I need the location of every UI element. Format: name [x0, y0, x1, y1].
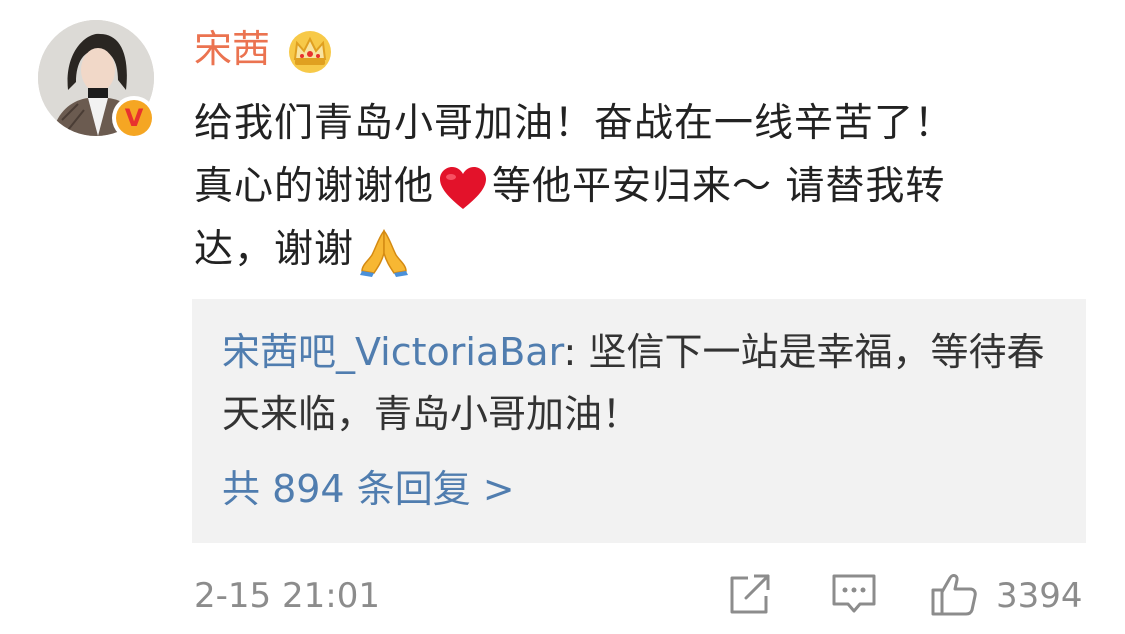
share-icon[interactable] — [726, 570, 774, 618]
view-all-replies-link[interactable]: 共 894 条回复 > — [222, 463, 515, 515]
folded-hands-icon — [360, 228, 409, 277]
comment-author-name[interactable]: 宋茜 — [194, 26, 270, 72]
comment-timestamp: 2-15 21:01 — [194, 576, 380, 616]
comment-content: 给我们青岛小哥加油！奋战在一线辛苦了！ 真心的谢谢他 等他平安归来～ 请替我转 达… — [194, 92, 1074, 281]
comment-line-2: 真心的谢谢他 等他平安归来～ 请替我转 — [194, 155, 1074, 218]
reply-preview-text: 宋茜吧_VictoriaBar: 坚信下一站是幸福，等待春天来临，青岛小哥加油！ — [222, 321, 1062, 445]
reply-separator: : — [563, 330, 589, 374]
comment-icon[interactable] — [830, 570, 878, 618]
comment-line-3-text: 达，谢谢 — [194, 227, 355, 272]
comment-line-3: 达，谢谢 — [194, 218, 1074, 281]
reply-username[interactable]: 宋茜吧_VictoriaBar — [222, 330, 564, 374]
verified-v-icon: V — [116, 100, 152, 136]
crown-icon — [289, 31, 331, 73]
red-heart-icon — [440, 166, 487, 209]
thumbs-up-icon[interactable] — [930, 570, 978, 618]
like-count: 3394 — [996, 576, 1083, 616]
reply-preview-box[interactable]: 宋茜吧_VictoriaBar: 坚信下一站是幸福，等待春天来临，青岛小哥加油！… — [192, 299, 1086, 543]
comment-line-2-start: 真心的谢谢他 — [194, 164, 435, 209]
comment-line-1: 给我们青岛小哥加油！奋战在一线辛苦了！ — [194, 101, 955, 146]
comment-line-2-end: 等他平安归来～ 请替我转 — [492, 164, 946, 209]
verified-badge: V — [112, 96, 156, 140]
